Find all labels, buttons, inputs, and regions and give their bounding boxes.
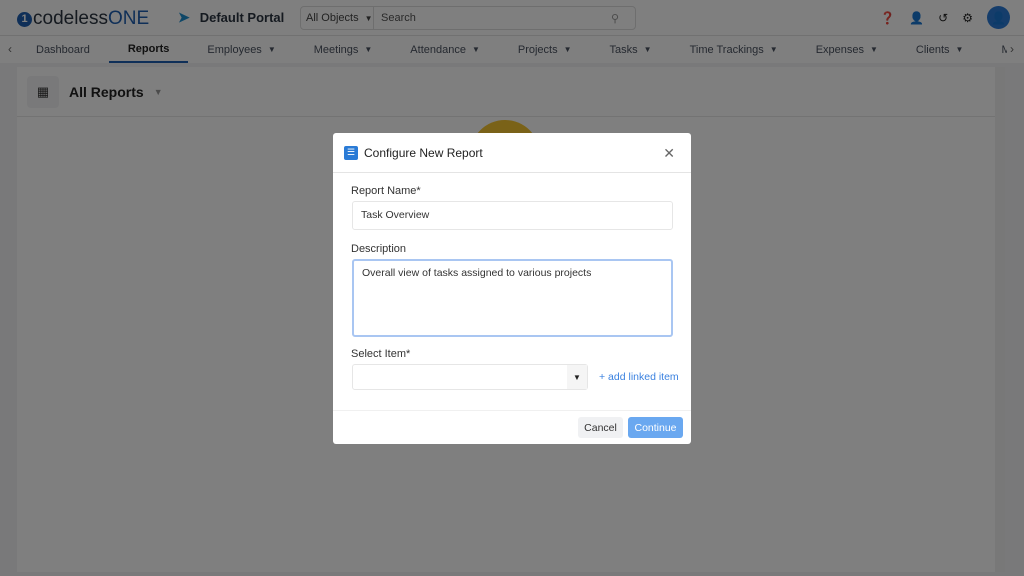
cancel-button[interactable]: Cancel	[578, 417, 623, 438]
close-icon[interactable]: ✕	[663, 145, 675, 162]
add-linked-item-link[interactable]: + add linked item	[599, 371, 679, 383]
select-item-label: Select Item*	[351, 348, 411, 360]
description-label: Description	[351, 243, 407, 255]
modal-title: Configure New Report	[364, 145, 483, 160]
continue-button[interactable]: Continue	[628, 417, 683, 438]
description-textarea[interactable]: Overall view of tasks assigned to variou…	[352, 259, 673, 337]
list-icon: ☰	[344, 145, 358, 160]
caret-down-icon[interactable]: ▼	[567, 365, 587, 389]
configure-report-modal: ☰ Configure New Report ✕ Report Name* Tas…	[333, 133, 691, 444]
report-name-input[interactable]: Task Overview	[352, 201, 673, 230]
report-name-label: Report Name*	[351, 185, 421, 197]
select-item-dropdown[interactable]: ▼	[352, 364, 588, 390]
